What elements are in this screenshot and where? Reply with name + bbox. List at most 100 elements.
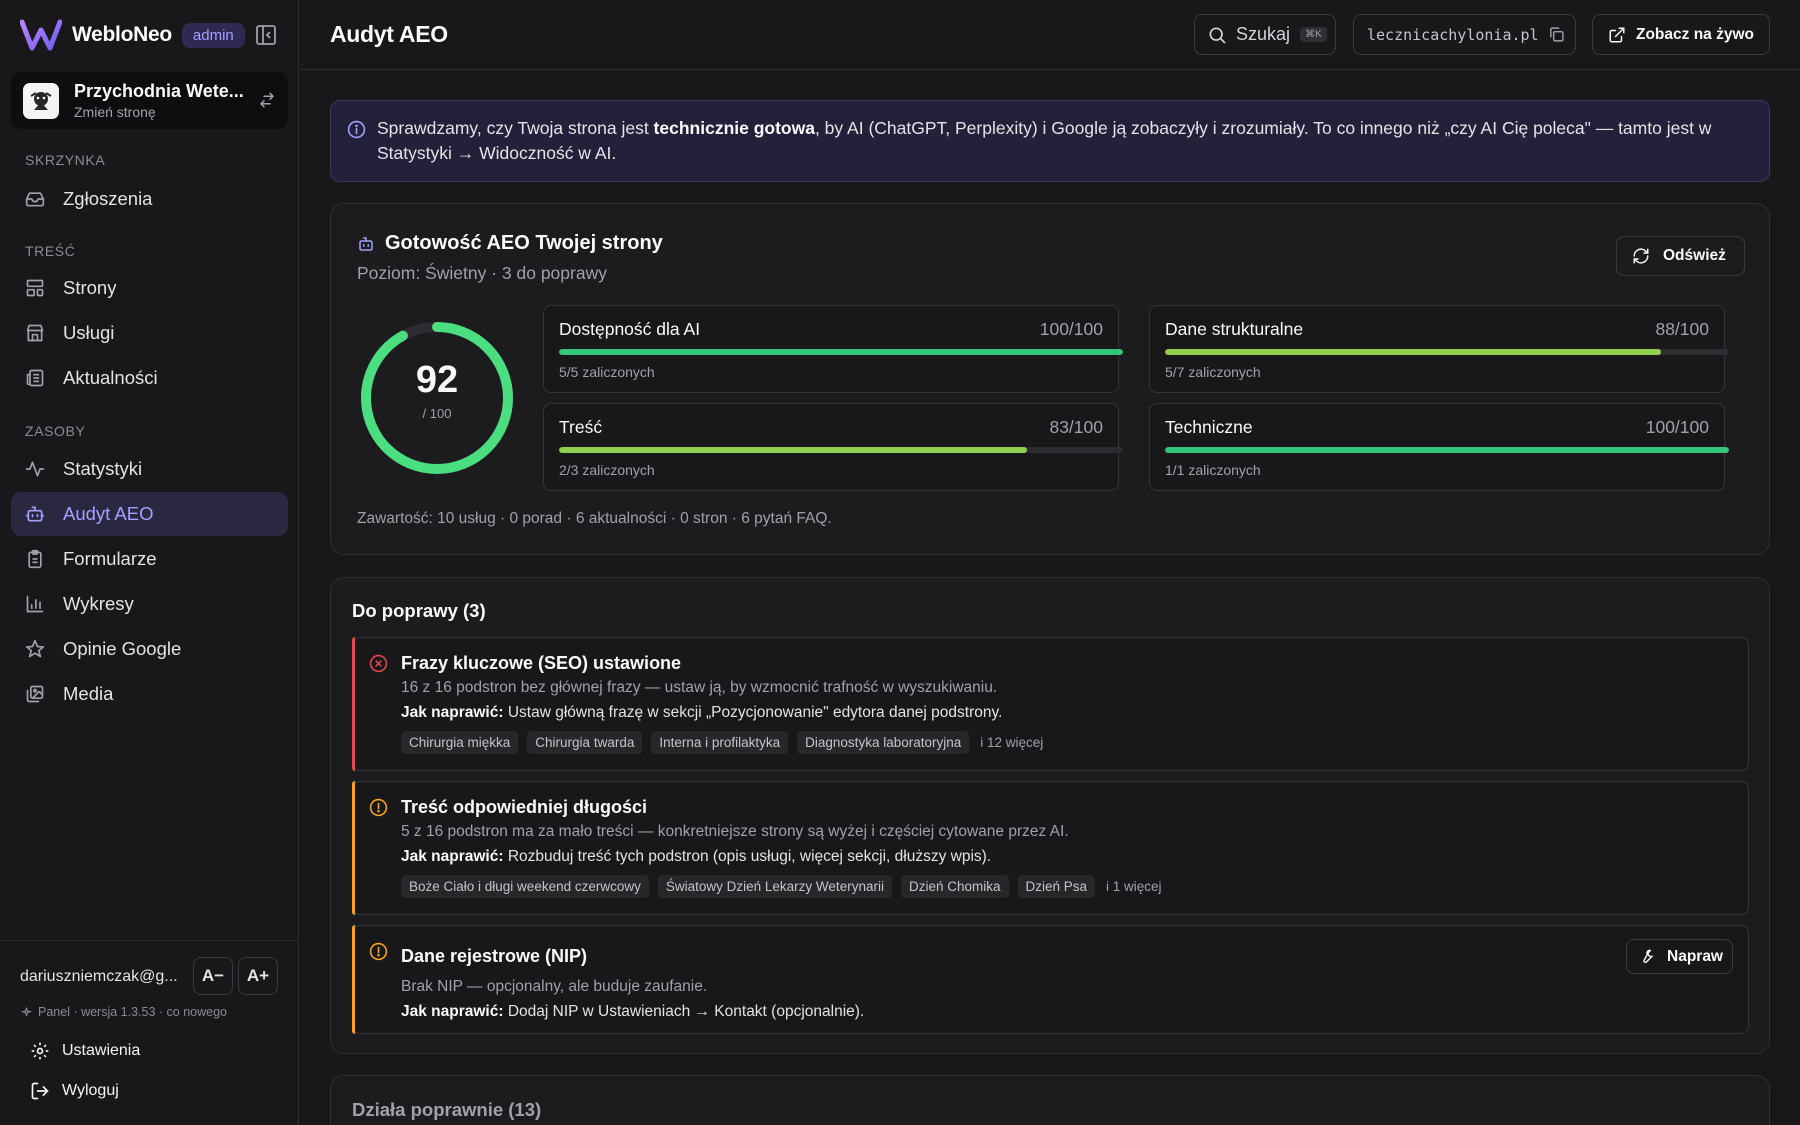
page-tag[interactable]: Chirurgia twarda	[527, 731, 643, 754]
sidebar-item-label: Strony	[63, 277, 117, 298]
overall-score: 92	[415, 359, 459, 401]
metric-score: 83/100	[1049, 417, 1103, 437]
user-email: dariuszniemczak@g...	[20, 968, 178, 985]
search-icon	[1209, 27, 1226, 43]
sidebar-item-uslugi[interactable]: Usługi	[11, 311, 288, 355]
issue-item: Treść odpowiedniej długości 5 z 16 podst…	[352, 781, 1749, 915]
logout-icon	[31, 1082, 49, 1100]
metric-score: 100/100	[1039, 319, 1103, 339]
clipboard-icon	[25, 549, 45, 569]
readiness-title: Gotowość AEO Twojej strony	[385, 232, 663, 254]
refresh-label: Odśwież	[1663, 247, 1726, 264]
version-info[interactable]: Panel · wersja 1.3.53 · co nowego	[20, 1005, 227, 1019]
store-icon	[25, 323, 45, 343]
settings-link[interactable]: Ustawienia	[30, 1041, 140, 1061]
search-label: Szukaj	[1236, 24, 1291, 44]
metric-progress-fill	[559, 447, 1028, 453]
metric-progress-track	[559, 349, 1123, 355]
font-increase-button[interactable]: A+	[238, 957, 278, 995]
nav-section-resources: ZASOBY	[25, 423, 86, 439]
severity-bar	[352, 637, 355, 771]
sidebar-item-media[interactable]: Media	[11, 672, 288, 716]
topbar: Audyt AEO Szukaj ⌘K lecznicachylonia.pl …	[300, 0, 1800, 70]
font-decrease-button[interactable]: A−	[193, 957, 233, 995]
page-tag[interactable]: Światowy Dzień Lekarzy Weterynarii	[657, 875, 892, 898]
gear-icon	[31, 1042, 49, 1060]
error-circle-icon	[369, 654, 388, 673]
warning-circle-icon	[369, 798, 388, 817]
info-banner: Sprawdzamy, czy Twoja strona jest techni…	[330, 100, 1770, 182]
metric-passed: 5/7 zaliczonych	[1165, 364, 1261, 380]
bar-chart-icon	[25, 594, 45, 614]
sidebar-item-label: Zgłoszenia	[63, 188, 153, 209]
page-tag[interactable]: Dzień Psa	[1017, 875, 1096, 898]
search-button[interactable]: Szukaj ⌘K	[1194, 14, 1336, 55]
severity-bar	[352, 925, 355, 1034]
metric-passed: 2/3 zaliczonych	[559, 462, 655, 478]
sidebar-collapse-icon[interactable]	[254, 23, 278, 47]
overall-score-max: / 100	[422, 406, 452, 421]
sidebar-item-audyt-aeo[interactable]: Audyt AEO	[11, 492, 288, 536]
more-tags: i 12 więcej	[980, 735, 1044, 750]
aeo-readiness-card: Gotowość AEO Twojej strony Poziom: Świet…	[330, 203, 1770, 555]
view-live-button[interactable]: Zobacz na żywo	[1592, 14, 1770, 55]
passing-card[interactable]: Działa poprawnie (13)	[330, 1075, 1770, 1125]
bot-icon	[359, 236, 373, 251]
logout-link[interactable]: Wyloguj	[30, 1081, 119, 1101]
refresh-button[interactable]: Odśwież	[1616, 236, 1745, 276]
metric-progress-fill	[1165, 447, 1729, 453]
page-tag[interactable]: Chirurgia miękka	[401, 731, 519, 754]
sidebar-item-formularze[interactable]: Formularze	[11, 537, 288, 581]
brand-name: WebloNeo	[72, 23, 172, 46]
page-tag[interactable]: Diagnostyka laboratoryjna	[797, 731, 970, 754]
images-icon	[25, 684, 45, 704]
role-badge: admin	[181, 22, 245, 48]
logout-label: Wyloguj	[62, 1082, 119, 1099]
site-switcher[interactable]: Przychodnia Wete... Zmień stronę	[11, 72, 288, 129]
bot-icon	[25, 504, 45, 524]
switch-arrows-icon	[259, 92, 275, 108]
issue-title: Treść odpowiedniej długości	[401, 797, 648, 817]
nav-section-inbox: SKRZYNKA	[25, 152, 106, 168]
fix-button[interactable]: Napraw	[1626, 939, 1733, 974]
warning-circle-icon	[369, 942, 388, 961]
metric-card: Dostępność dla AI 100/100 5/5 zaliczonyc…	[543, 305, 1123, 393]
metric-progress-track	[559, 447, 1123, 453]
sidebar-item-aktualnosci[interactable]: Aktualności	[11, 356, 288, 400]
metric-progress-fill	[1165, 349, 1662, 355]
issue-title: Frazy kluczowe (SEO) ustawione	[401, 653, 682, 673]
metric-card: Dane strukturalne 88/100 5/7 zaliczonych	[1149, 305, 1729, 393]
vet-logo-icon	[30, 91, 52, 110]
issue-tags: Chirurgia miękka Chirurgia twarda Intern…	[401, 731, 1043, 754]
info-text: Sprawdzamy, czy Twoja strona jest techni…	[377, 118, 1712, 163]
sidebar-item-opinie-google[interactable]: Opinie Google	[11, 627, 288, 671]
activity-icon	[25, 459, 45, 479]
page-tag[interactable]: Dzień Chomika	[900, 875, 1009, 898]
nav-section-content: TREŚĆ	[25, 243, 76, 259]
sidebar: WebloNeo admin Przychodnia Wete... Zmień…	[0, 0, 299, 1125]
issue-title: Dane rejestrowe (NIP)	[401, 946, 588, 966]
issue-description: Brak NIP — opcjonalny, ale buduje zaufan…	[401, 978, 708, 995]
sidebar-item-statystyki[interactable]: Statystyki	[11, 447, 288, 491]
sidebar-item-label: Opinie Google	[63, 638, 182, 659]
sidebar-item-label: Wykresy	[63, 593, 134, 614]
sidebar-item-zgloszenia[interactable]: Zgłoszenia	[11, 177, 288, 221]
layout-icon	[25, 278, 45, 298]
page-title: Audyt AEO	[330, 21, 448, 47]
metric-progress-fill	[559, 349, 1123, 355]
page-tag[interactable]: Boże Ciało i długi weekend czerwcowy	[401, 875, 649, 898]
sidebar-item-wykresy[interactable]: Wykresy	[11, 582, 288, 626]
metric-progress-track	[1165, 447, 1729, 453]
refresh-icon	[1633, 248, 1649, 264]
sidebar-item-strony[interactable]: Strony	[11, 266, 288, 310]
newspaper-icon	[25, 368, 45, 388]
version-text: Panel · wersja 1.3.53 · co nowego	[38, 1005, 227, 1019]
page-tag[interactable]: Interna i profilaktyka	[651, 731, 789, 754]
brand: WebloNeo admin	[20, 18, 245, 52]
site-switch-label: Zmień stronę	[74, 104, 156, 120]
issue-fix: Jak naprawić: Dodaj NIP w Ustawieniach →…	[401, 1003, 865, 1020]
metric-passed: 5/5 zaliczonych	[559, 364, 655, 380]
metric-name: Techniczne	[1165, 417, 1253, 437]
copy-icon[interactable]	[1548, 26, 1565, 43]
external-link-icon	[1609, 27, 1625, 42]
